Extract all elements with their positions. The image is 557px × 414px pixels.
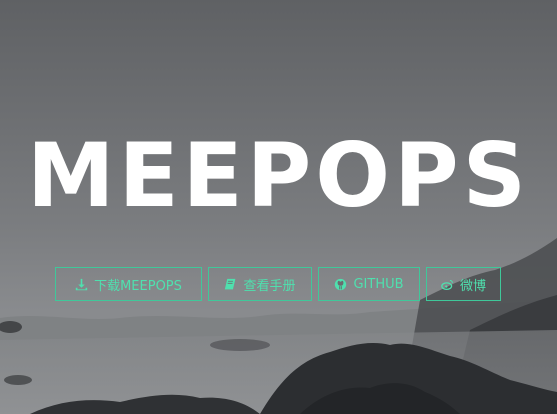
weibo-button[interactable]: 微博	[426, 267, 501, 301]
github-button-label: GITHUB	[353, 276, 404, 292]
weibo-button-label: 微博	[459, 278, 486, 294]
manual-button-label: 查看手册	[243, 278, 296, 294]
github-button[interactable]: GITHUB	[318, 267, 420, 301]
page-title: MEEPOPS	[27, 124, 530, 227]
hero-section: MEEPOPS 下载MEEPOPS 查看手册 GITHUB 微博	[0, 0, 557, 414]
manual-button[interactable]: 查看手册	[208, 267, 312, 301]
download-icon	[75, 278, 88, 291]
download-button-label: 下载MEEPOPS	[94, 278, 182, 294]
action-button-row: 下载MEEPOPS 查看手册 GITHUB 微博	[55, 267, 501, 301]
download-button[interactable]: 下载MEEPOPS	[55, 267, 202, 301]
book-icon	[224, 278, 237, 291]
weibo-icon	[441, 278, 454, 291]
github-icon	[334, 278, 347, 291]
